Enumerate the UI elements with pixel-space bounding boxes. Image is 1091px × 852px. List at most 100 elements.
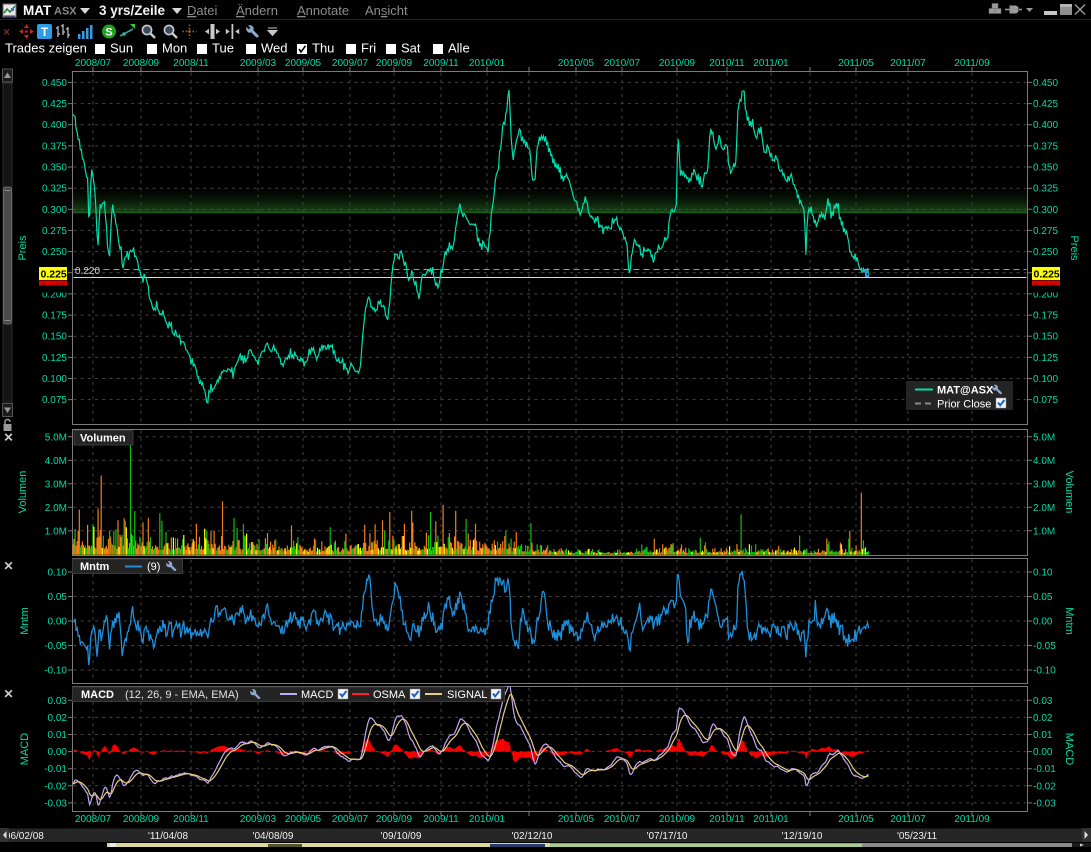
- svg-text:3.0M: 3.0M: [1033, 479, 1055, 490]
- svg-text:-0.10: -0.10: [1033, 666, 1056, 677]
- svg-text:Tue: Tue: [212, 41, 234, 56]
- svg-text:(9): (9): [147, 561, 160, 573]
- svg-text:S: S: [105, 27, 112, 39]
- svg-text:'06/02/08: '06/02/08: [3, 831, 44, 842]
- svg-text:-0.01: -0.01: [1033, 764, 1056, 775]
- svg-text:'04/08/09: '04/08/09: [253, 831, 294, 842]
- svg-text:0.00: 0.00: [48, 747, 68, 758]
- svg-text:2.0M: 2.0M: [1033, 503, 1055, 514]
- svg-text:0.100: 0.100: [1033, 374, 1058, 385]
- svg-text:Datei: Datei: [187, 3, 217, 18]
- svg-text:3 yrs/Zeile: 3 yrs/Zeile: [99, 3, 166, 18]
- svg-text:0.350: 0.350: [1033, 163, 1058, 174]
- svg-text:OSMA: OSMA: [373, 689, 406, 701]
- svg-text:0.275: 0.275: [1033, 226, 1058, 237]
- svg-text:Volumen: Volumen: [17, 471, 29, 514]
- svg-text:Mntm: Mntm: [19, 607, 31, 635]
- svg-text:Sat: Sat: [401, 41, 421, 56]
- svg-text:0.10: 0.10: [1033, 568, 1053, 579]
- svg-text:-0.03: -0.03: [44, 798, 67, 809]
- svg-text:0.075: 0.075: [1033, 395, 1058, 406]
- svg-text:0.03: 0.03: [1033, 696, 1053, 707]
- svg-text:0.275: 0.275: [42, 226, 67, 237]
- svg-text:0.175: 0.175: [42, 311, 67, 322]
- svg-text:-0.02: -0.02: [44, 781, 67, 792]
- svg-text:0.425: 0.425: [1033, 99, 1058, 110]
- svg-text:Mon: Mon: [162, 41, 187, 56]
- svg-text:-0.01: -0.01: [44, 764, 67, 775]
- svg-text:-0.10: -0.10: [44, 666, 67, 677]
- svg-text:0.450: 0.450: [1033, 78, 1058, 89]
- svg-text:✕: ✕: [3, 687, 13, 701]
- svg-text:-0.03: -0.03: [1033, 798, 1056, 809]
- svg-text:0.300: 0.300: [1033, 205, 1058, 216]
- svg-text:Prior Close: Prior Close: [937, 399, 991, 411]
- svg-text:0.225: 0.225: [41, 269, 67, 281]
- svg-text:Preis: Preis: [1068, 235, 1080, 261]
- svg-text:4.0M: 4.0M: [45, 456, 67, 467]
- svg-text:0.075: 0.075: [42, 395, 67, 406]
- svg-text:Alle: Alle: [448, 41, 470, 56]
- svg-text:MACD: MACD: [1063, 733, 1075, 765]
- svg-text:MAT@ASX: MAT@ASX: [937, 385, 994, 397]
- svg-text:0.250: 0.250: [1033, 247, 1058, 258]
- svg-text:MACD: MACD: [301, 689, 333, 701]
- svg-text:0.05: 0.05: [1033, 592, 1053, 603]
- svg-text:'05/23/11: '05/23/11: [897, 831, 938, 842]
- svg-text:0.450: 0.450: [42, 78, 67, 89]
- svg-text:'09/10/09: '09/10/09: [381, 831, 422, 842]
- svg-text:✕: ✕: [3, 559, 13, 573]
- svg-text:0.425: 0.425: [42, 99, 67, 110]
- svg-text:5.0M: 5.0M: [45, 432, 67, 443]
- svg-text:0.225: 0.225: [1034, 269, 1060, 281]
- svg-text:0.400: 0.400: [1033, 120, 1058, 131]
- svg-text:0.01: 0.01: [1033, 730, 1053, 741]
- svg-text:Wed: Wed: [261, 41, 288, 56]
- svg-text:0.05: 0.05: [48, 592, 68, 603]
- svg-text:'12/19/10: '12/19/10: [782, 831, 823, 842]
- svg-text:3.0M: 3.0M: [45, 479, 67, 490]
- svg-text:0.00: 0.00: [1033, 617, 1053, 628]
- svg-text:0.375: 0.375: [42, 141, 67, 152]
- svg-text:Mntm: Mntm: [1063, 607, 1075, 635]
- svg-text:0.10: 0.10: [48, 568, 68, 579]
- svg-text:1.0M: 1.0M: [1033, 526, 1055, 537]
- svg-text:0.125: 0.125: [1033, 353, 1058, 364]
- svg-text:(12, 26, 9 - EMA, EMA): (12, 26, 9 - EMA, EMA): [125, 689, 239, 701]
- svg-text:MACD: MACD: [19, 733, 31, 765]
- svg-text:ASX: ASX: [54, 6, 77, 18]
- svg-text:MACD: MACD: [81, 689, 114, 701]
- svg-text:Mntm: Mntm: [80, 561, 110, 573]
- svg-text:0.150: 0.150: [42, 332, 67, 343]
- svg-text:-0.05: -0.05: [44, 641, 67, 652]
- svg-text:Volumen: Volumen: [80, 433, 126, 445]
- svg-text:Preis: Preis: [17, 235, 29, 261]
- svg-text:0.325: 0.325: [42, 184, 67, 195]
- svg-text:0.02: 0.02: [1033, 713, 1053, 724]
- svg-text:0.00: 0.00: [1033, 747, 1053, 758]
- svg-text:Fri: Fri: [361, 41, 376, 56]
- svg-text:0.100: 0.100: [42, 374, 67, 385]
- svg-text:0.300: 0.300: [42, 205, 67, 216]
- svg-text:1.0M: 1.0M: [45, 526, 67, 537]
- svg-text:Ansicht: Ansicht: [365, 3, 408, 18]
- svg-text:Sun: Sun: [110, 41, 133, 56]
- svg-text:Trades zeigen: Trades zeigen: [5, 41, 87, 56]
- svg-text:0.350: 0.350: [42, 163, 67, 174]
- svg-text:Ändern: Ändern: [236, 3, 278, 18]
- svg-text:SIGNAL: SIGNAL: [447, 689, 487, 701]
- svg-text:'02/12/10: '02/12/10: [512, 831, 553, 842]
- svg-text:0.00: 0.00: [48, 617, 68, 628]
- svg-text:4.0M: 4.0M: [1033, 456, 1055, 467]
- svg-text:0.325: 0.325: [1033, 184, 1058, 195]
- svg-text:0.250: 0.250: [42, 247, 67, 258]
- svg-text:0.01: 0.01: [48, 730, 68, 741]
- svg-text:5.0M: 5.0M: [1033, 432, 1055, 443]
- svg-text:0.175: 0.175: [1033, 311, 1058, 322]
- svg-text:Annotate: Annotate: [297, 3, 349, 18]
- svg-text:0.150: 0.150: [1033, 332, 1058, 343]
- svg-text:0.125: 0.125: [42, 353, 67, 364]
- svg-text:-0.05: -0.05: [1033, 641, 1056, 652]
- svg-text:T: T: [41, 25, 49, 39]
- svg-text:Thu: Thu: [312, 41, 334, 56]
